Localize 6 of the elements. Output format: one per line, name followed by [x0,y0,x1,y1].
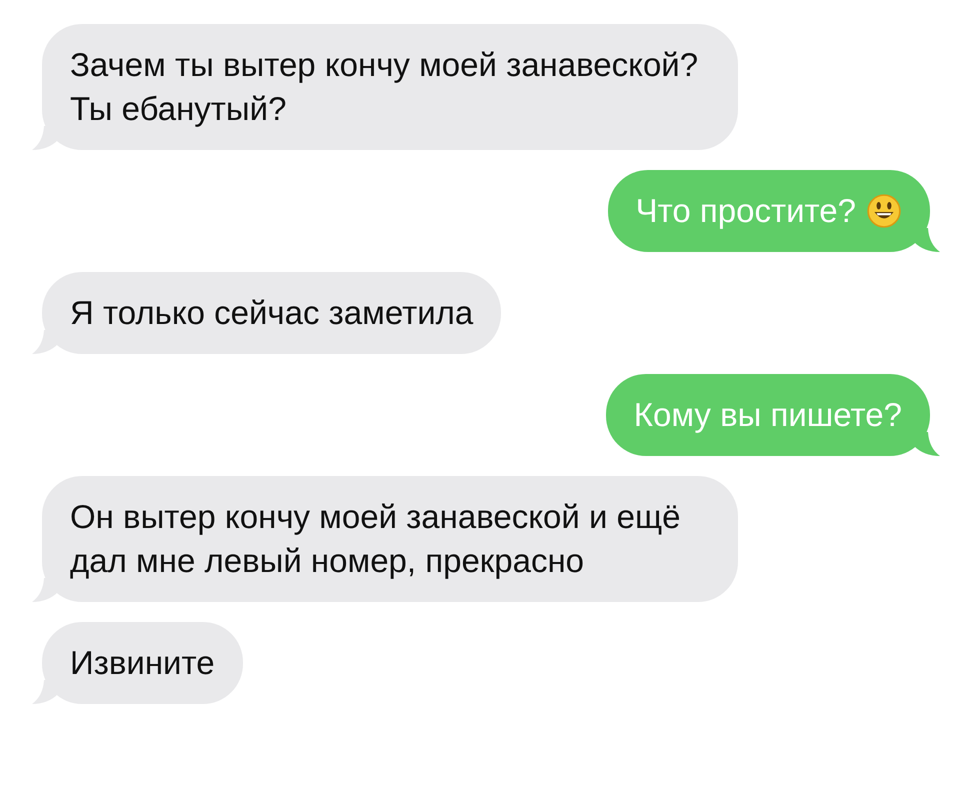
message-text: Кому вы пишете? [634,395,902,435]
message-text: Я только сейчас заметила [70,293,474,333]
message-text: Извините [70,643,215,683]
message-text: Зачем ты вытер кончу моей занавеской? Ты ебанутый? [70,45,700,129]
message-text: Он вытер кончу моей занавеской и ещё дал мне левый номер, прекрасно [70,497,682,581]
message-text: Что простите? [636,191,856,231]
